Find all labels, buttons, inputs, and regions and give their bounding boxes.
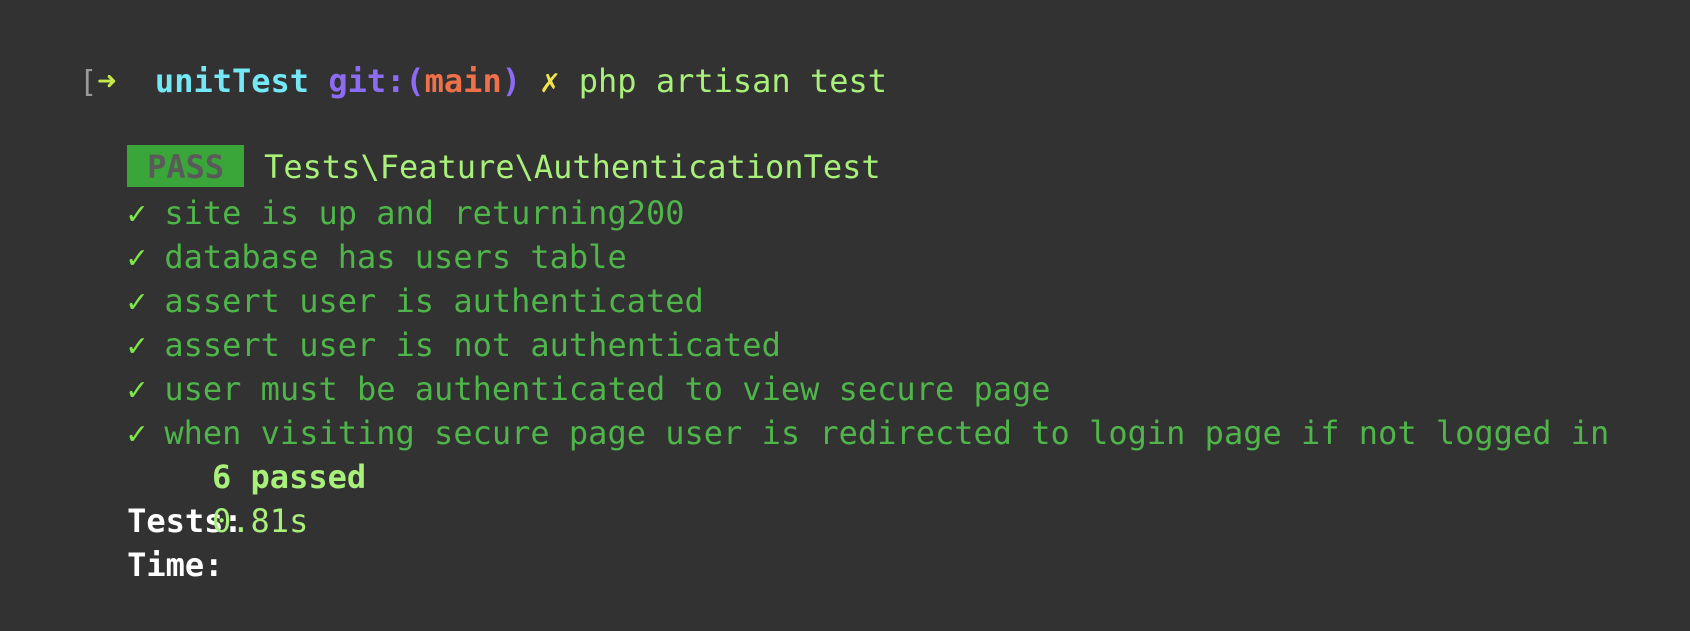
prompt-bracket: [	[79, 65, 98, 100]
terminal-window[interactable]: [➜ unitTest git:(main) ✗ php artisan tes…	[0, 0, 1690, 584]
test-name: when visiting secure page user is redire…	[164, 414, 1610, 452]
prompt-git-prefix: git:	[328, 62, 406, 100]
test-row: ✓ site is up and returning200	[50, 147, 684, 232]
test-row: ✓ user must be authenticated to view secu…	[50, 323, 1050, 408]
prompt-paren-close: )	[501, 62, 521, 100]
prompt-branch: main	[424, 62, 502, 100]
prompt-arrow-icon: ➜	[97, 62, 117, 100]
summary-time-value: 0.81s	[212, 502, 309, 540]
test-row: ✓ assert user is not authenticated	[50, 279, 781, 364]
summary-time-label: Time:	[127, 546, 224, 584]
prompt-dirty-icon: ✗	[540, 62, 560, 100]
test-row: ✓ database has users table	[50, 191, 627, 276]
prompt-paren-open: (	[405, 62, 425, 100]
prompt-directory: unitTest	[154, 62, 310, 100]
summary-time: Time: 0.81s	[50, 499, 550, 584]
suite-header: PASS Tests\Feature\AuthenticationTest	[50, 101, 881, 187]
prompt-command: php artisan test	[578, 62, 888, 100]
prompt-line: [➜ unitTest git:(main) ✗ php artisan tes…	[2, 15, 887, 100]
test-row: ✓ when visiting secure page user is redir…	[50, 367, 1609, 452]
test-row: ✓ assert user is authenticated	[50, 235, 704, 320]
summary-tests: Tests: 6 passed	[50, 455, 550, 540]
check-icon: ✓	[127, 414, 147, 452]
summary-tests-value: 6 passed	[212, 458, 367, 496]
